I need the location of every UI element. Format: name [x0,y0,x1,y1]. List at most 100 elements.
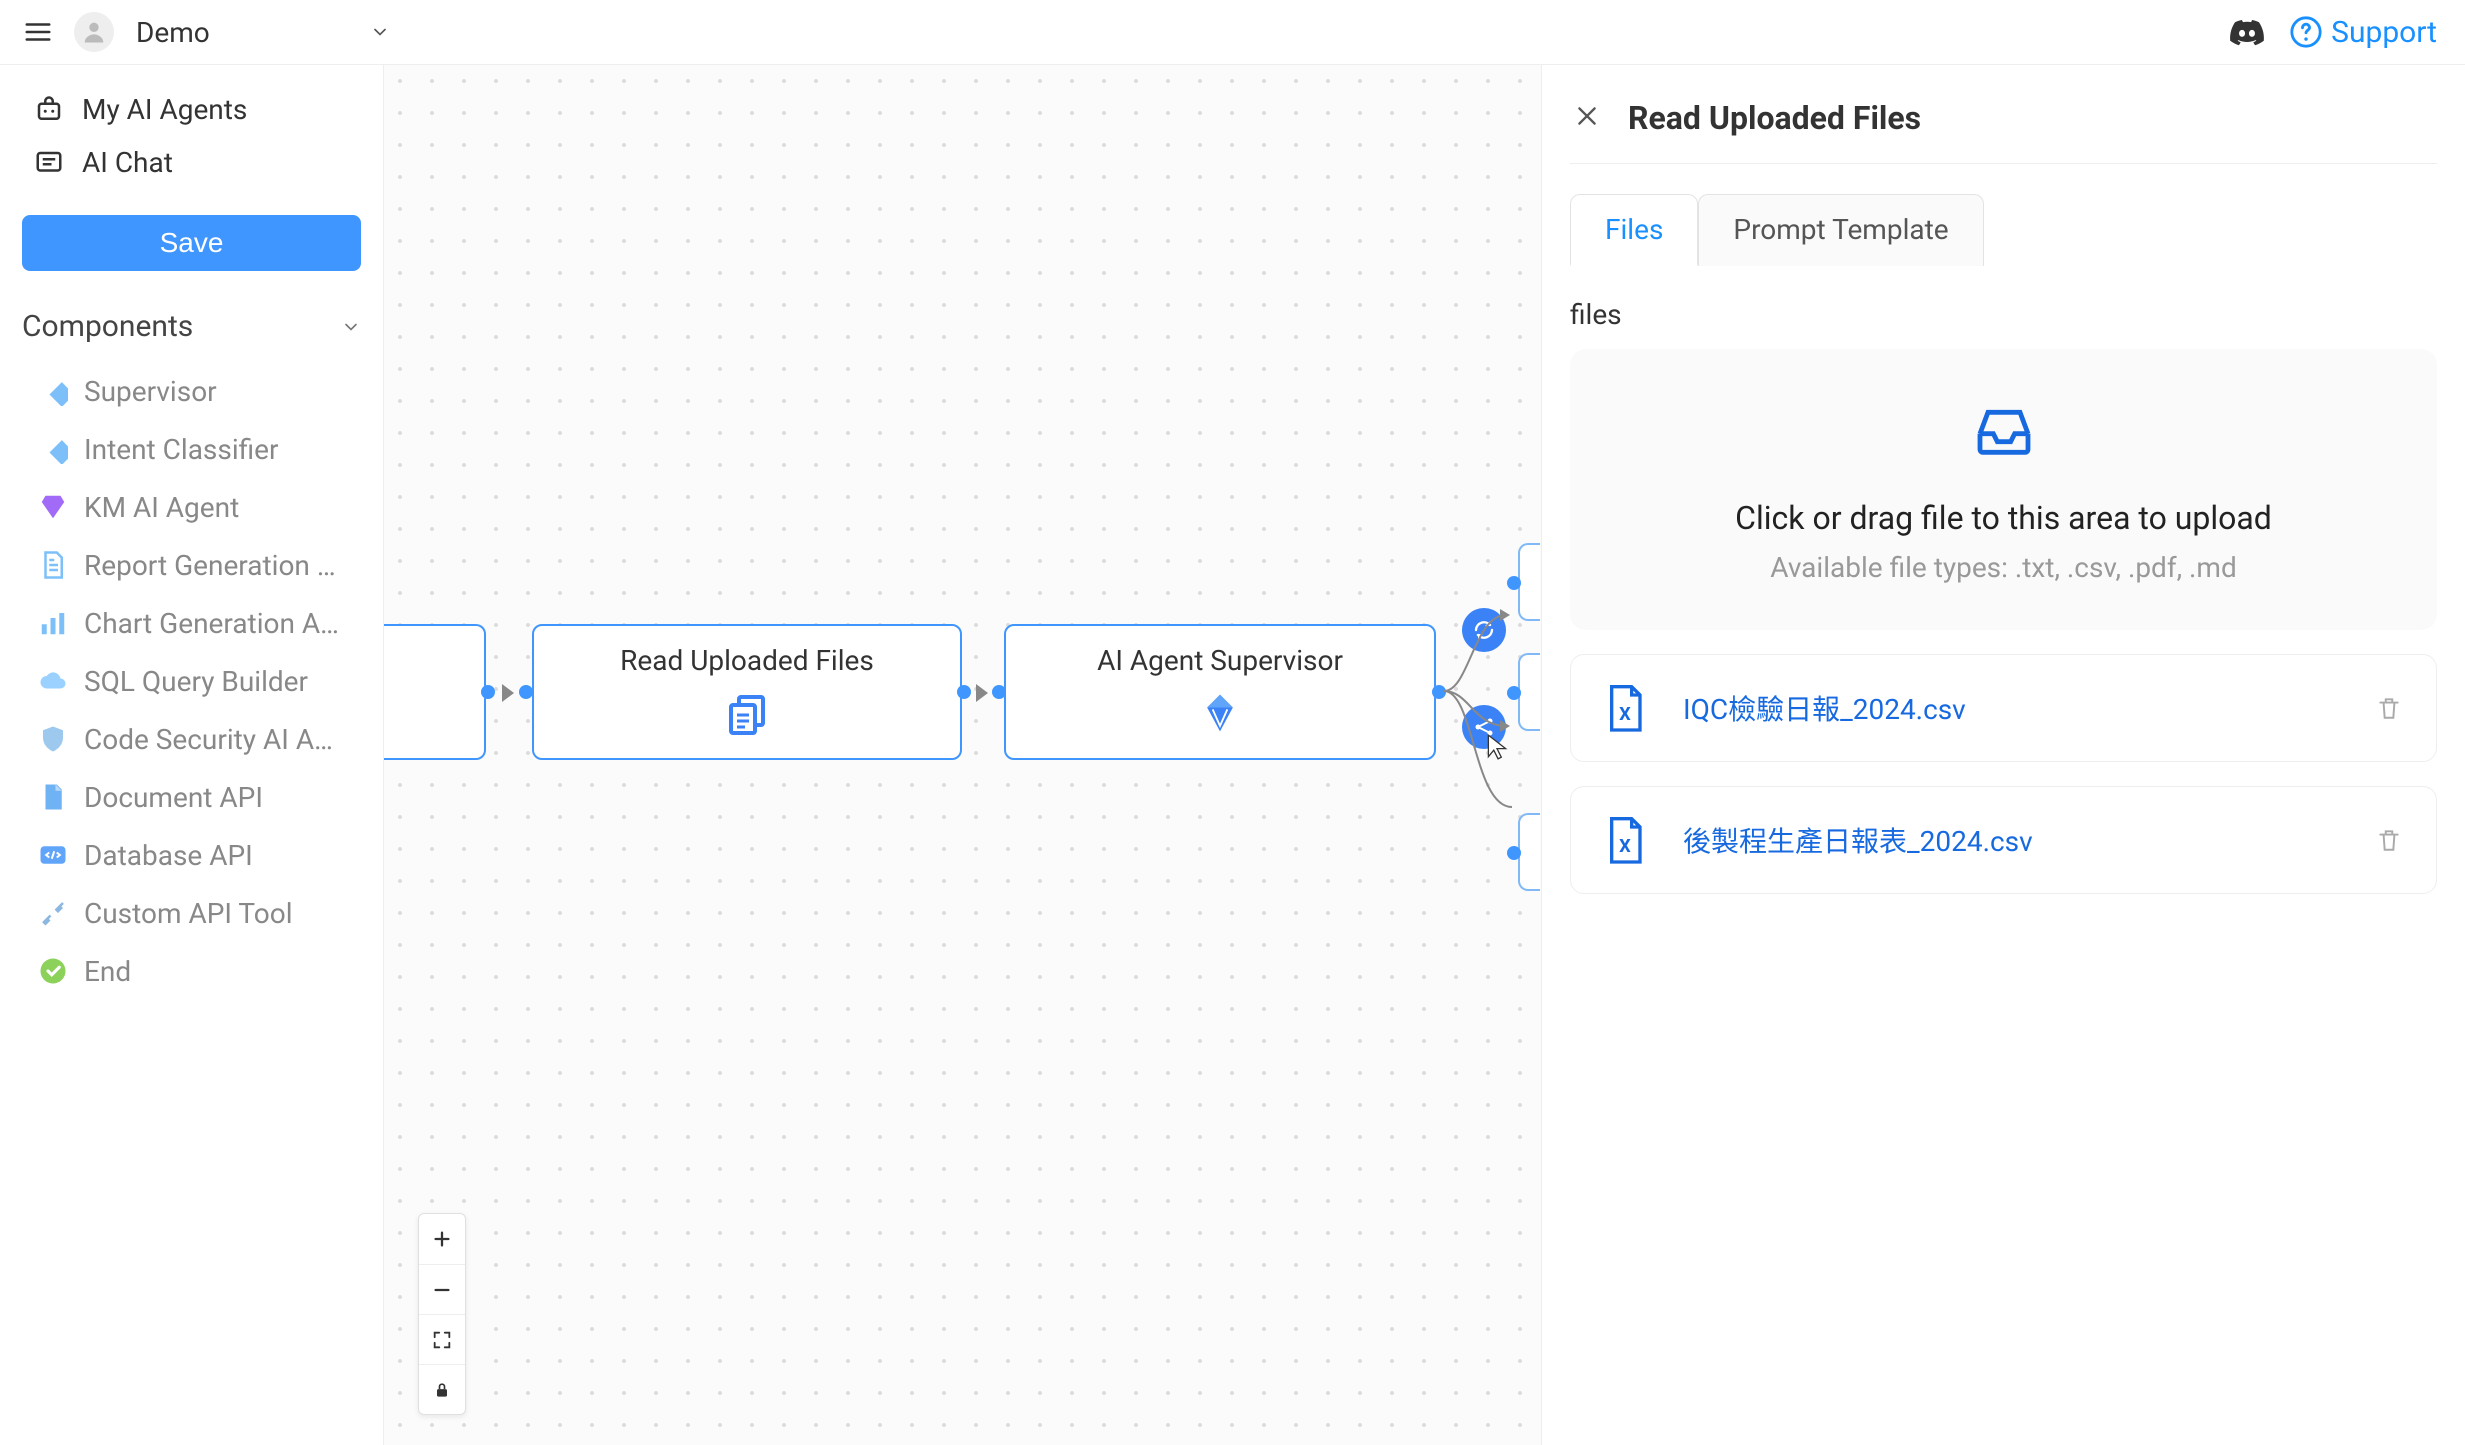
delete-file-button[interactable] [2376,827,2402,853]
component-label: Supervisor [84,375,217,408]
node-partial-right[interactable] [1518,813,1540,891]
components-label: Components [22,309,193,344]
panel-header: Read Uploaded Files [1570,65,2437,164]
file-excel-icon: X [1605,685,1645,731]
node-title: Read Uploaded Files [534,626,960,677]
nav-ai-chat[interactable]: AI Chat [18,136,365,189]
uploaded-file-card: X 後製程生產日報表_2024.csv [1570,786,2437,894]
port[interactable] [481,685,495,699]
node-ai-agent-supervisor[interactable]: AI Agent Supervisor [1004,624,1436,760]
port[interactable] [957,685,971,699]
chevron-down-icon [341,317,361,337]
gem-icon [36,490,70,524]
port[interactable] [1507,846,1521,860]
support-link[interactable]: Support [2289,15,2437,50]
component-item-km-ai-agent[interactable]: KM AI Agent [32,478,365,536]
component-item-chart-generation-a[interactable]: Chart Generation A… [32,594,365,652]
hamburger-icon [23,17,53,47]
top-header-left: Demo [20,12,390,52]
chevron-down-icon [370,22,390,42]
uploaded-file-list: X IQC檢驗日報_2024.csv X 後製程生產日報表_2024.csv [1570,630,2437,894]
upload-subtitle: Available file types: .txt, .csv, .pdf, … [1590,551,2417,584]
nav-my-ai-agents-label: My AI Agents [82,93,247,126]
file-excel-icon: X [1605,817,1645,863]
plus-icon [431,1228,453,1250]
component-label: End [84,955,131,988]
workspace-name: Demo [136,16,210,49]
component-item-supervisor[interactable]: Supervisor [32,362,365,420]
component-item-sql-query-builder[interactable]: SQL Query Builder [32,652,365,710]
connector-arrow [502,684,514,702]
check-icon [36,954,70,988]
minus-icon [431,1279,453,1301]
file-name[interactable]: IQC檢驗日報_2024.csv [1683,688,2338,728]
diamond-icon [1006,691,1434,739]
components-section-header[interactable]: Components [18,295,365,358]
hamburger-menu[interactable] [20,14,56,50]
node-partial-left[interactable] [384,624,486,760]
port[interactable] [519,685,533,699]
component-item-database-api[interactable]: Database API [32,826,365,884]
nav-my-ai-agents[interactable]: My AI Agents [18,83,365,136]
discord-icon [2229,14,2265,50]
fit-view-button[interactable] [419,1314,465,1364]
workspace-select[interactable]: Demo [132,16,390,49]
copy-files-icon [534,691,960,743]
doc-icon [36,548,70,582]
component-label: Document API [84,781,263,814]
trash-icon [2376,695,2402,721]
zoom-in-button[interactable] [419,1214,465,1264]
component-item-code-security-ai-a[interactable]: Code Security AI A… [32,710,365,768]
component-item-intent-classifier[interactable]: Intent Classifier [32,420,365,478]
component-label: Database API [84,839,253,872]
user-avatar[interactable] [74,12,114,52]
top-header-right: Support [2227,12,2437,52]
chat-icon [34,148,64,178]
component-label: Chart Generation A… [84,607,339,640]
chart-icon [36,606,70,640]
file-name[interactable]: 後製程生產日報表_2024.csv [1683,820,2338,860]
delete-file-button[interactable] [2376,695,2402,721]
zoom-out-button[interactable] [419,1264,465,1314]
tab-files[interactable]: Files [1570,194,1698,266]
svg-text:X: X [1619,704,1631,725]
tab-prompt-template[interactable]: Prompt Template [1698,194,1983,266]
svg-text:X: X [1619,836,1631,857]
files-section-label: files [1570,298,2437,331]
panel-tabs: Files Prompt Template [1570,194,2437,266]
component-item-end[interactable]: End [32,942,365,1000]
shield-icon [36,722,70,756]
save-button[interactable]: Save [22,215,361,271]
uploaded-file-card: X IQC檢驗日報_2024.csv [1570,654,2437,762]
trash-icon [2376,827,2402,853]
connector-paths [1444,581,1524,811]
node-title: AI Agent Supervisor [1006,626,1434,677]
properties-panel: Read Uploaded Files Files Prompt Templat… [1541,65,2465,1445]
component-label: Code Security AI A… [84,723,333,756]
close-icon [1574,103,1600,129]
code-icon [36,838,70,872]
expand-icon [431,1329,453,1351]
component-item-report-generation[interactable]: Report Generation … [32,536,365,594]
top-header: Demo Support [0,0,2465,64]
component-item-document-api[interactable]: Document API [32,768,365,826]
help-circle-icon [2289,15,2323,49]
component-item-custom-api-tool[interactable]: Custom API Tool [32,884,365,942]
lock-button[interactable] [419,1364,465,1414]
node-read-uploaded-files[interactable]: Read Uploaded Files [532,624,962,760]
diamond-icon [36,432,70,466]
component-label: Custom API Tool [84,897,293,930]
discord-link[interactable] [2227,12,2267,52]
doc2-icon [36,780,70,814]
flow-canvas[interactable]: Read Uploaded Files AI Agent Supervisor [384,65,1541,1445]
upload-dropzone[interactable]: Click or drag file to this area to uploa… [1570,349,2437,630]
agents-icon [34,95,64,125]
inbox-icon [1590,399,2417,467]
sidebar: My AI Agents AI Chat Save Components Sup… [0,65,384,1445]
component-label: Intent Classifier [84,433,278,466]
component-label: KM AI Agent [84,491,239,524]
diamond-icon [36,374,70,408]
close-panel-button[interactable] [1574,103,1604,133]
cloud-icon [36,664,70,698]
support-label: Support [2331,15,2437,50]
